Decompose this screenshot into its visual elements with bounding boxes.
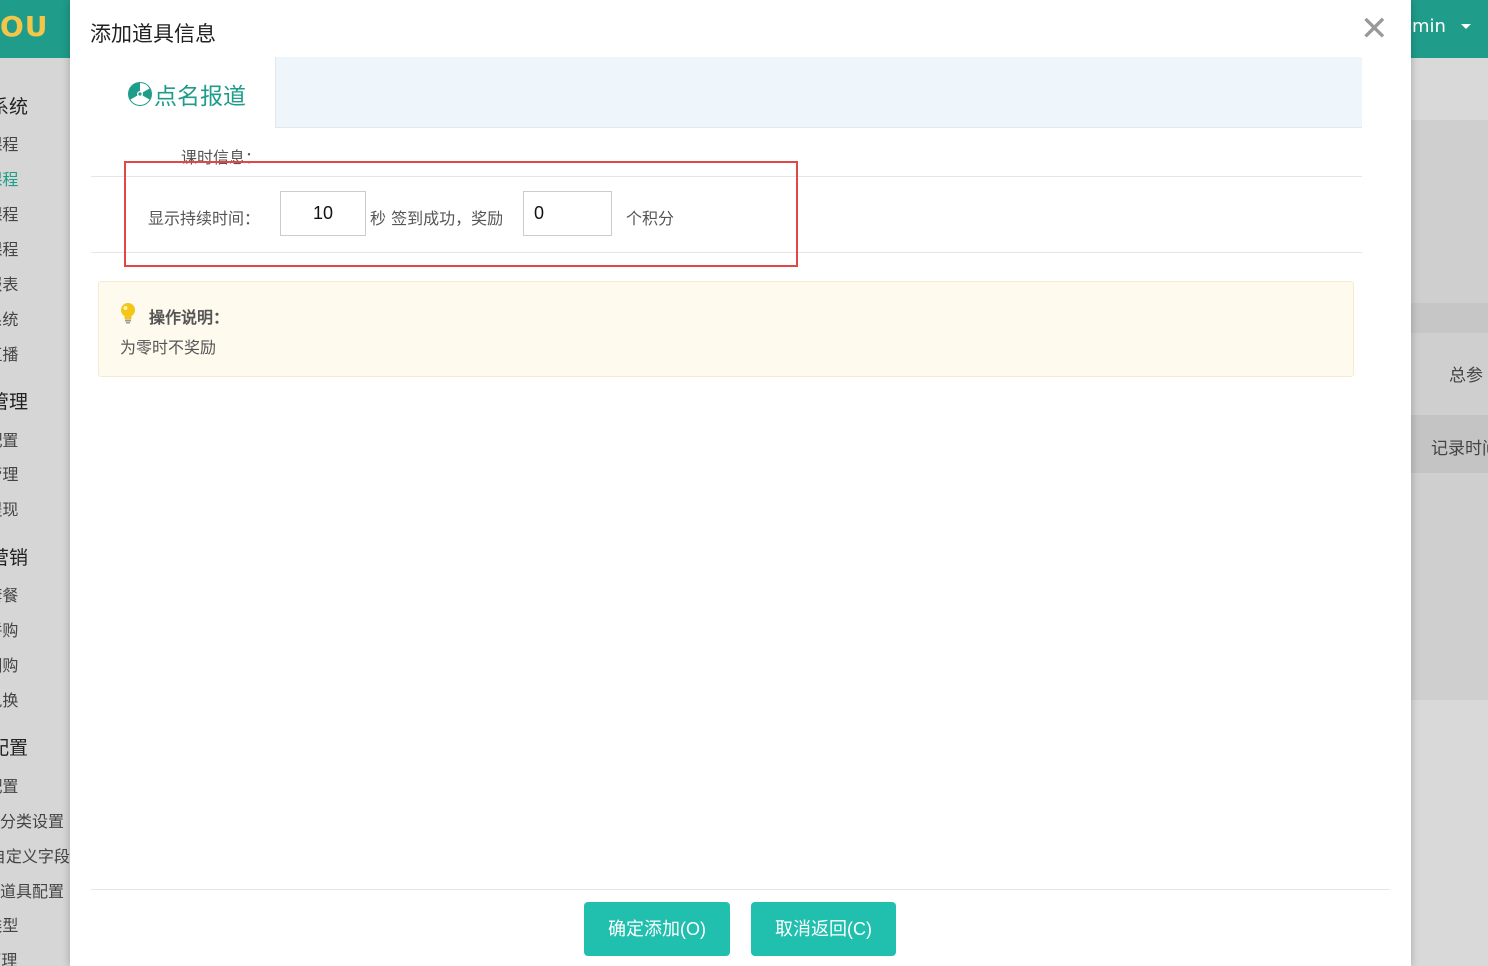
- sidebar-item[interactable]: 管理: [0, 461, 18, 485]
- sidebar-item[interactable]: 直播: [0, 341, 18, 365]
- sidebar-item[interactable]: 管理: [0, 387, 28, 414]
- close-icon[interactable]: ✕: [1360, 12, 1389, 46]
- sidebar-item[interactable]: 套餐: [0, 582, 18, 606]
- sidebar-item[interactable]: 系统: [0, 306, 18, 330]
- duration-label: 显示持续时间：: [148, 209, 261, 228]
- lightbulb-icon: [121, 303, 135, 324]
- divider: [91, 176, 1362, 177]
- sidebar-item[interactable]: 系统: [0, 92, 28, 119]
- sidebar-item[interactable]: 类型: [0, 912, 18, 936]
- points-unit-text: 个积分: [626, 209, 675, 228]
- cancel-return-button[interactable]: 取消返回(C): [751, 902, 896, 956]
- sidebar-item[interactable]: 兑换: [0, 687, 18, 711]
- sidebar-item[interactable]: 置管理: [0, 947, 17, 966]
- sidebar-item[interactable]: 团购: [0, 652, 18, 676]
- confirm-add-button[interactable]: 确定添加(O): [584, 902, 730, 956]
- footer-divider: [91, 889, 1390, 890]
- add-prop-modal: 添加道具信息 ✕ 点名报道 课时信息： 显示持续时间： 秒 签到成功，奖励 个积…: [70, 0, 1411, 966]
- sidebar-item[interactable]: 课程: [0, 201, 18, 225]
- background-bar: [1411, 303, 1488, 333]
- modal-title: 添加道具信息: [90, 22, 216, 46]
- background-panel: [1411, 120, 1488, 700]
- sidebar-item[interactable]: 课程: [0, 131, 18, 155]
- duration-input[interactable]: [280, 191, 366, 236]
- background-logo: OU: [0, 10, 49, 43]
- radiation-icon: [128, 82, 152, 106]
- background-user-menu[interactable]: min: [1412, 16, 1472, 37]
- sidebar-item[interactable]: 报表: [0, 271, 18, 295]
- background-sidebar: 系统课程课程课程课程报表系统直播管理配置管理提现营销套餐拼购团购兑换配置配置分类…: [0, 58, 70, 966]
- sidebar-item[interactable]: 配置: [0, 427, 18, 451]
- sidebar-item[interactable]: 道具配置: [0, 878, 64, 902]
- note-title: 操作说明：: [149, 308, 230, 327]
- sidebar-item[interactable]: 拼购: [0, 617, 18, 641]
- lesson-info-label: 课时信息：: [181, 148, 262, 167]
- instructions-note: 操作说明： 为零时不奖励: [98, 281, 1354, 377]
- reward-points-input[interactable]: [523, 191, 612, 236]
- sidebar-item[interactable]: 提现: [0, 496, 18, 520]
- sidebar-item[interactable]: 自定义字段: [0, 843, 70, 867]
- tab-roll-call[interactable]: 点名报道: [91, 57, 276, 128]
- sidebar-item[interactable]: 营销: [0, 543, 28, 570]
- sidebar-item[interactable]: 配置: [0, 773, 18, 797]
- tab-roll-call-label: 点名报道: [154, 84, 246, 110]
- seconds-reward-text: 秒 签到成功，奖励: [370, 209, 504, 228]
- background-total-label: 总参: [1449, 366, 1483, 386]
- sidebar-item[interactable]: 课程: [0, 236, 18, 260]
- sidebar-item[interactable]: 课程: [0, 166, 18, 190]
- background-record-time-label: 记录时间: [1431, 439, 1488, 459]
- sidebar-item[interactable]: 分类设置: [0, 808, 64, 832]
- sidebar-item[interactable]: 配置: [0, 733, 28, 760]
- caret-down-icon: [1460, 24, 1471, 29]
- divider: [91, 252, 1362, 253]
- tab-bar: 点名报道: [91, 57, 1362, 128]
- note-text: 为零时不奖励: [120, 338, 217, 357]
- background-user-name: min: [1412, 16, 1446, 37]
